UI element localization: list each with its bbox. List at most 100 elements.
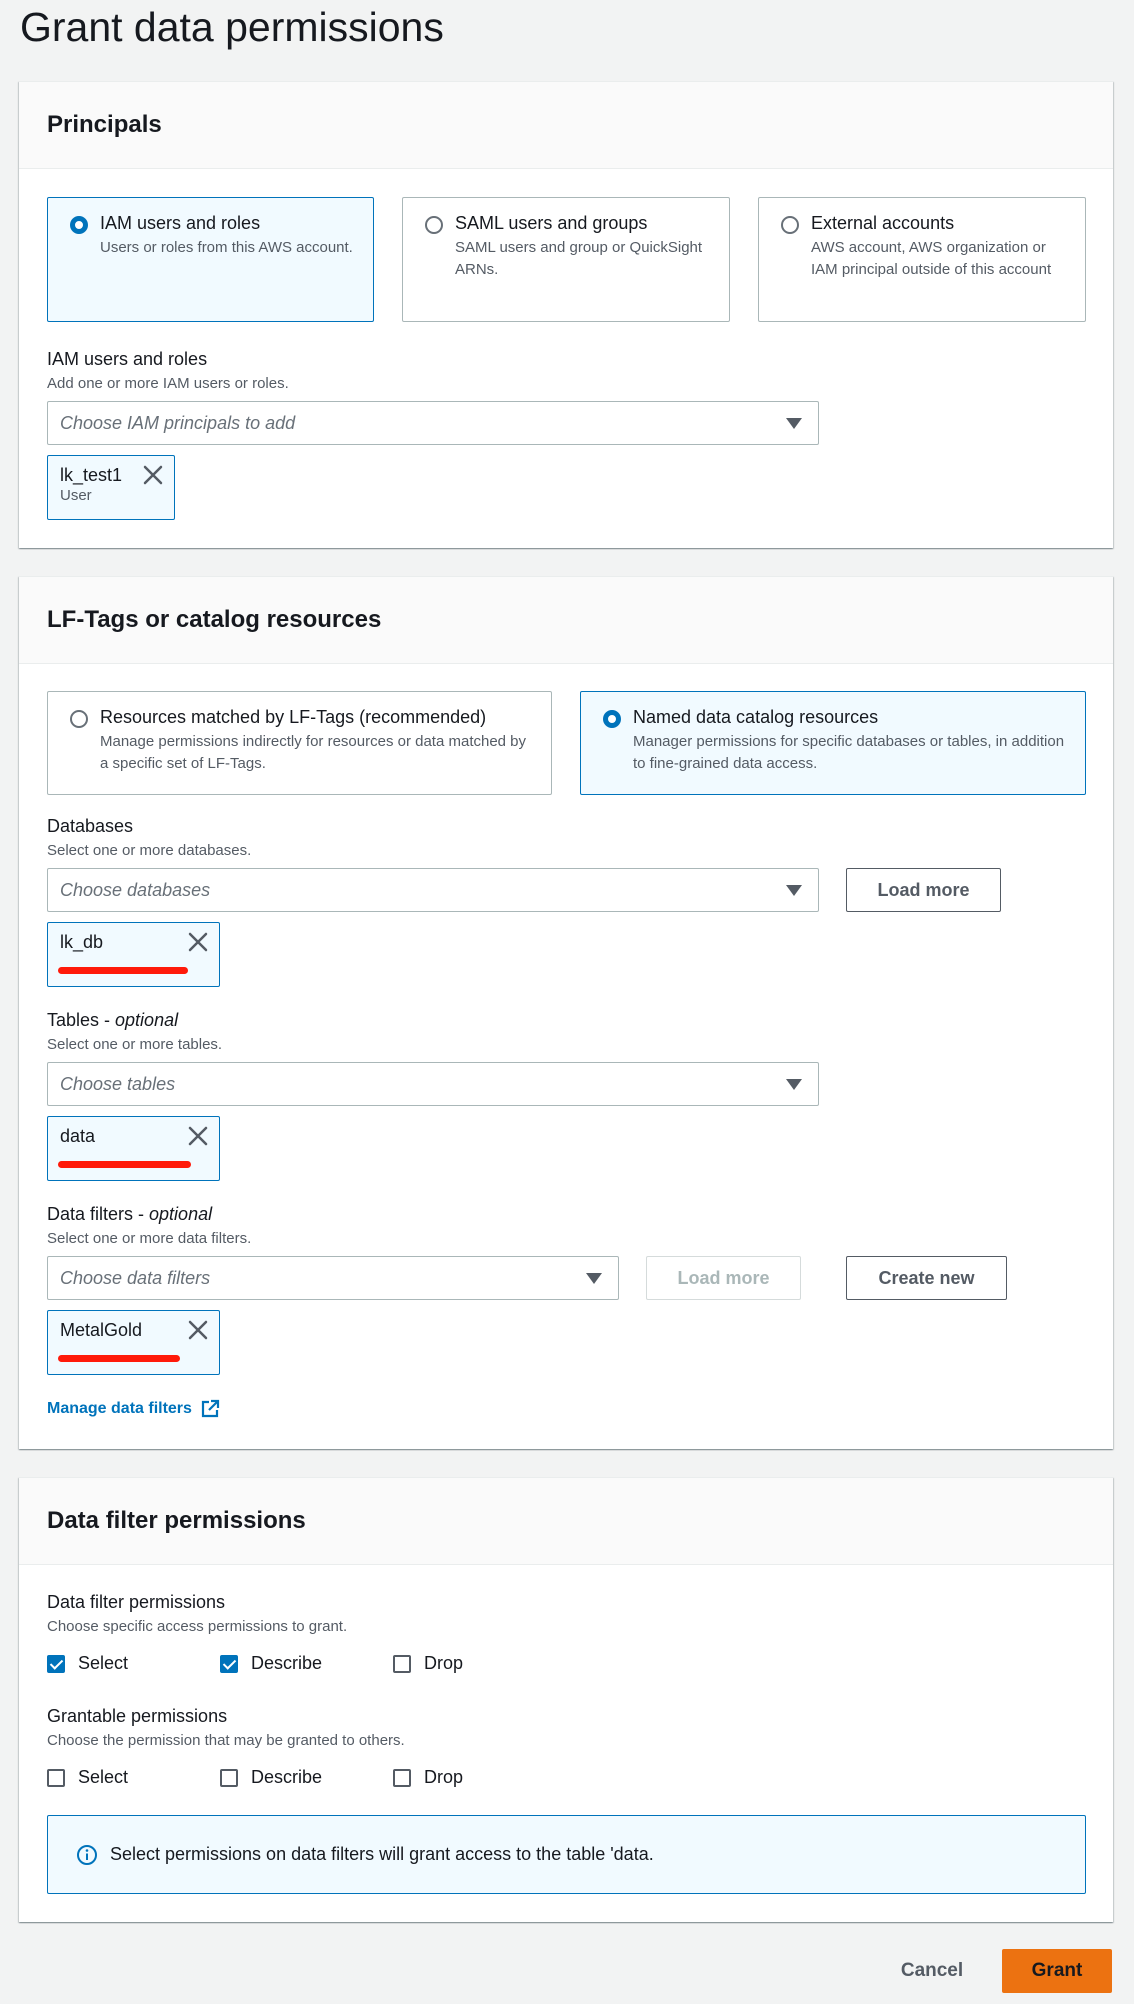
caret-down-icon (786, 417, 802, 429)
option-resources-by-lf-tags[interactable]: Resources matched by LF-Tags (recommende… (47, 691, 552, 795)
data-filters-select[interactable]: Choose data filters (47, 1256, 619, 1300)
caret-down-icon (786, 884, 802, 896)
option-iam-users-and-roles[interactable]: IAM users and roles Users or roles from … (47, 197, 374, 322)
grant-button[interactable]: Grant (1002, 1949, 1112, 1993)
permission-select-checkbox[interactable]: Select (47, 1653, 128, 1674)
iam-principals-select[interactable]: Choose IAM principals to add (47, 401, 819, 445)
filter-permissions-header: Data filter permissions (19, 1478, 1113, 1565)
filter-permissions-description: Choose specific access permissions to gr… (47, 1618, 348, 1635)
checkbox[interactable] (47, 1768, 65, 1787)
iam-field-description: Add one or more IAM users or roles. (47, 375, 289, 392)
principal-token: lk_test1 User (47, 455, 175, 520)
tables-select[interactable]: Choose tables (47, 1062, 819, 1106)
data-filter-token: MetalGold (47, 1310, 220, 1375)
grantable-describe-checkbox[interactable]: Describe (220, 1767, 322, 1788)
create-new-filter-button[interactable]: Create new (846, 1256, 1007, 1300)
filter-permissions-panel: Data filter permissions Data filter perm… (19, 1477, 1113, 1922)
permission-drop-checkbox[interactable]: Drop (393, 1653, 463, 1674)
close-icon[interactable] (187, 931, 209, 953)
data-filters-description: Select one or more data filters. (47, 1230, 252, 1247)
radio-iam-users-and-roles[interactable] (70, 216, 88, 234)
option-title: Resources matched by LF-Tags (recommende… (100, 707, 487, 727)
checkbox[interactable] (393, 1654, 411, 1673)
close-icon[interactable] (187, 1319, 209, 1341)
checkbox-label: Drop (424, 1653, 464, 1673)
cancel-button[interactable]: Cancel (880, 1949, 984, 1993)
redaction-mark (58, 967, 188, 974)
token-name: data (60, 1126, 96, 1146)
principals-panel: Principals IAM users and roles Users or … (19, 81, 1113, 548)
token-name: lk_db (60, 932, 104, 952)
data-filters-load-more-button[interactable]: Load more (646, 1256, 801, 1300)
checkbox[interactable] (220, 1654, 238, 1673)
database-token: lk_db (47, 922, 220, 987)
checkbox-label: Describe (251, 1653, 323, 1673)
filter-permissions-label: Data filter permissions (47, 1592, 226, 1612)
checkbox[interactable] (220, 1768, 238, 1787)
data-filters-label: Data filters - optional (47, 1203, 212, 1225)
redaction-mark (58, 1161, 191, 1168)
manage-data-filters-text: Manage data filters (47, 1400, 192, 1417)
resources-header: LF-Tags or catalog resources (19, 577, 1113, 664)
option-title: SAML users and groups (455, 213, 648, 233)
option-title: External accounts (811, 213, 955, 233)
data-filters-placeholder: Choose data filters (60, 1267, 211, 1288)
databases-select[interactable]: Choose databases (47, 868, 819, 912)
checkbox[interactable] (47, 1654, 65, 1673)
close-icon[interactable] (187, 1125, 209, 1147)
data-filters-label-text: Data filters (47, 1204, 134, 1224)
option-description: Manager permissions for specific databas… (633, 733, 1065, 772)
checkbox-label: Select (78, 1767, 129, 1787)
manage-data-filters-link[interactable]: Manage data filters (47, 1399, 220, 1419)
tables-label-text: Tables (47, 1010, 100, 1030)
radio-saml-users-and-groups[interactable] (425, 216, 443, 234)
radio-external-accounts[interactable] (781, 216, 799, 234)
option-description: Users or roles from this AWS account. (100, 239, 353, 256)
grantable-drop-checkbox[interactable]: Drop (393, 1767, 463, 1788)
label-separator: - (99, 1010, 116, 1030)
filter-permissions-heading: Data filter permissions (47, 1507, 306, 1534)
iam-field-label: IAM users and roles (47, 349, 208, 369)
resources-heading: LF-Tags or catalog resources (47, 606, 382, 633)
option-description: Manage permissions indirectly for resour… (100, 733, 527, 772)
tables-placeholder: Choose tables (60, 1073, 176, 1094)
databases-placeholder: Choose databases (60, 879, 211, 900)
grantable-permissions-label: Grantable permissions (47, 1706, 228, 1726)
iam-principals-placeholder: Choose IAM principals to add (60, 412, 296, 433)
radio-resources-by-lf-tags[interactable] (70, 710, 88, 728)
page-title: Grant data permissions (20, 4, 444, 50)
redaction-mark (58, 1355, 180, 1362)
table-token: data (47, 1116, 220, 1181)
grantable-permissions-description: Choose the permission that may be grante… (47, 1732, 405, 1749)
close-icon[interactable] (142, 464, 164, 486)
radio-named-catalog-resources[interactable] (603, 710, 621, 728)
info-alert: Select permissions on data filters will … (47, 1815, 1086, 1894)
optional-tag: optional (149, 1204, 213, 1224)
option-description: AWS account, AWS organization or IAM pri… (811, 239, 1052, 278)
external-link-icon (201, 1399, 220, 1418)
resources-panel: LF-Tags or catalog resources Resources m… (19, 576, 1113, 1449)
tables-description: Select one or more tables. (47, 1036, 223, 1053)
label-separator: - (133, 1204, 150, 1224)
token-name: MetalGold (60, 1320, 143, 1340)
token-type: User (60, 487, 92, 504)
databases-description: Select one or more databases. (47, 842, 252, 859)
checkbox-label: Describe (251, 1767, 323, 1787)
option-description: SAML users and group or QuickSight ARNs. (455, 239, 703, 278)
databases-load-more-button[interactable]: Load more (846, 868, 1001, 912)
info-icon (77, 1844, 97, 1865)
caret-down-icon (586, 1272, 602, 1284)
principals-heading: Principals (47, 111, 162, 138)
grantable-select-checkbox[interactable]: Select (47, 1767, 128, 1788)
checkbox[interactable] (393, 1768, 411, 1787)
permission-describe-checkbox[interactable]: Describe (220, 1653, 322, 1674)
option-title: Named data catalog resources (633, 707, 879, 727)
option-saml-users-and-groups[interactable]: SAML users and groups SAML users and gro… (402, 197, 730, 322)
checkbox-label: Select (78, 1653, 129, 1673)
tables-label: Tables - optional (47, 1009, 178, 1031)
option-named-catalog-resources[interactable]: Named data catalog resources Manager per… (580, 691, 1086, 795)
caret-down-icon (786, 1078, 802, 1090)
principals-header: Principals (19, 82, 1113, 169)
option-external-accounts[interactable]: External accounts AWS account, AWS organ… (758, 197, 1086, 322)
databases-label: Databases (47, 816, 134, 836)
